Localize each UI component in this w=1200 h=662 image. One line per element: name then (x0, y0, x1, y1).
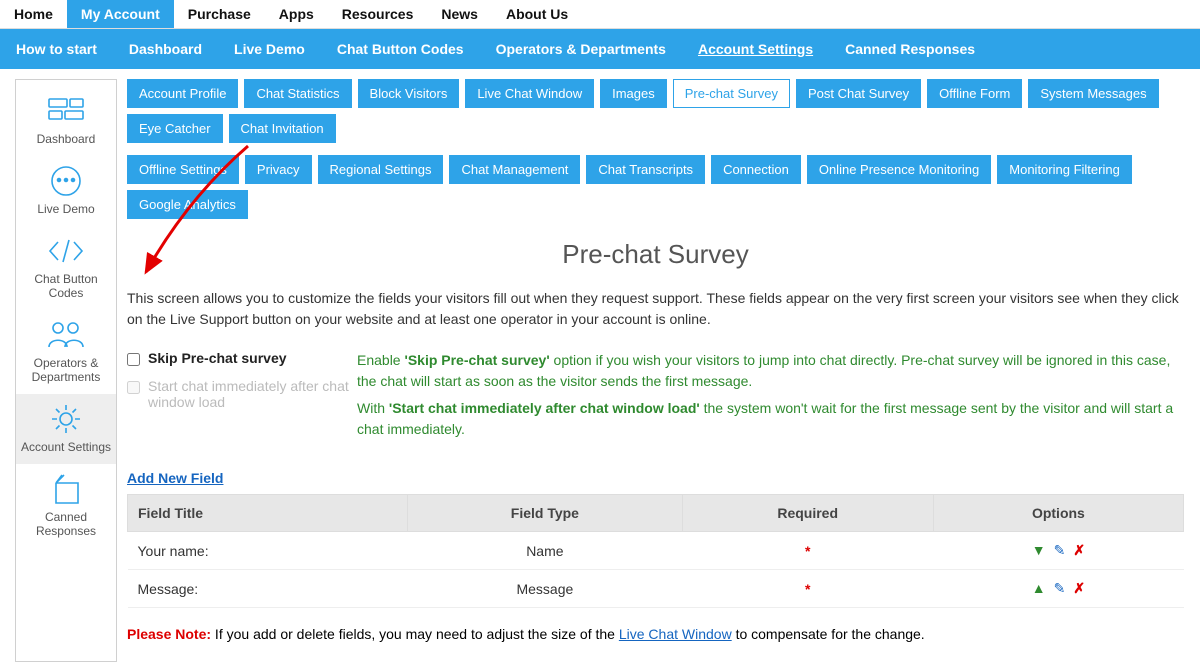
tab-block-visitors[interactable]: Block Visitors (358, 79, 460, 108)
sidebar-item-label: Canned Responses (20, 510, 112, 538)
tab-regional-settings[interactable]: Regional Settings (318, 155, 444, 184)
field-required: * (682, 532, 933, 570)
col-field-title: Field Title (128, 495, 408, 532)
dashboard-icon (20, 94, 112, 128)
top-nav: HomeMy AccountPurchaseAppsResourcesNewsA… (0, 0, 1200, 29)
tab-connection[interactable]: Connection (711, 155, 801, 184)
live-demo-icon (20, 164, 112, 198)
subnav-dashboard[interactable]: Dashboard (113, 29, 218, 69)
intro-text: This screen allows you to customize the … (127, 288, 1184, 330)
settings-tabs: Account ProfileChat StatisticsBlock Visi… (127, 79, 1184, 225)
subnav-chat-button-codes[interactable]: Chat Button Codes (321, 29, 480, 69)
tab-pre-chat-survey[interactable]: Pre-chat Survey (673, 79, 790, 108)
desc2-bold: 'Start chat immediately after chat windo… (389, 400, 700, 416)
chat-button-codes-icon (20, 234, 112, 268)
sub-nav: How to startDashboardLive DemoChat Butto… (0, 29, 1200, 69)
col-options: Options (933, 495, 1183, 532)
options-description: Enable 'Skip Pre-chat survey' option if … (357, 350, 1184, 446)
move-up-icon[interactable]: ▲ (1032, 580, 1046, 596)
sidebar-item-dashboard[interactable]: Dashboard (16, 86, 116, 156)
tab-eye-catcher[interactable]: Eye Catcher (127, 114, 223, 143)
sidebar-item-live-demo[interactable]: Live Demo (16, 156, 116, 226)
topnav-apps[interactable]: Apps (265, 0, 328, 28)
immediate-option-row: Start chat immediately after chat window… (127, 378, 357, 410)
topnav-news[interactable]: News (427, 0, 492, 28)
please-note: Please Note: If you add or delete fields… (127, 626, 1184, 642)
tab-chat-management[interactable]: Chat Management (449, 155, 580, 184)
field-options: ▲ ✎ ✗ (933, 570, 1183, 608)
sidebar-item-account-settings[interactable]: Account Settings (16, 394, 116, 464)
sidebar-item-label: Operators & Departments (20, 356, 112, 384)
subnav-canned-responses[interactable]: Canned Responses (829, 29, 991, 69)
sidebar-item-canned-responses[interactable]: Canned Responses (16, 464, 116, 548)
subnav-operators-departments[interactable]: Operators & Departments (480, 29, 682, 69)
note-pre: If you add or delete fields, you may nee… (211, 626, 619, 642)
tab-privacy[interactable]: Privacy (245, 155, 312, 184)
start-immediate-label: Start chat immediately after chat window… (148, 378, 357, 410)
tab-live-chat-window[interactable]: Live Chat Window (465, 79, 594, 108)
canned-responses-icon (20, 472, 112, 506)
sidebar-item-chat-button-codes[interactable]: Chat Button Codes (16, 226, 116, 310)
edit-icon[interactable]: ✎ (1054, 580, 1066, 597)
field-title: Message: (128, 570, 408, 608)
sidebar: Dashboard Live Demo Chat Button Codes Opera… (15, 79, 117, 662)
tab-monitoring-filtering[interactable]: Monitoring Filtering (997, 155, 1132, 184)
tab-post-chat-survey[interactable]: Post Chat Survey (796, 79, 921, 108)
operators-departments-icon (20, 318, 112, 352)
subnav-account-settings[interactable]: Account Settings (682, 29, 829, 69)
sidebar-item-label: Chat Button Codes (20, 272, 112, 300)
edit-icon[interactable]: ✎ (1054, 542, 1066, 559)
field-type: Message (408, 570, 682, 608)
tab-offline-settings[interactable]: Offline Settings (127, 155, 239, 184)
subnav-how-to-start[interactable]: How to start (0, 29, 113, 69)
tab-offline-form[interactable]: Offline Form (927, 79, 1022, 108)
col-required: Required (682, 495, 933, 532)
field-title: Your name: (128, 532, 408, 570)
fields-table: Field TitleField TypeRequiredOptions You… (127, 494, 1184, 608)
topnav-purchase[interactable]: Purchase (174, 0, 265, 28)
tab-chat-invitation[interactable]: Chat Invitation (229, 114, 336, 143)
subnav-live-demo[interactable]: Live Demo (218, 29, 321, 69)
tab-chat-transcripts[interactable]: Chat Transcripts (586, 155, 705, 184)
page-title: Pre-chat Survey (127, 239, 1184, 270)
tab-online-presence-monitoring[interactable]: Online Presence Monitoring (807, 155, 991, 184)
tab-google-analytics[interactable]: Google Analytics (127, 190, 248, 219)
note-label: Please Note: (127, 626, 211, 642)
table-row: Your name:Name* ▼ ✎ ✗ (128, 532, 1184, 570)
main-content: Account ProfileChat StatisticsBlock Visi… (117, 79, 1200, 662)
topnav-home[interactable]: Home (0, 0, 67, 28)
field-options: ▼ ✎ ✗ (933, 532, 1183, 570)
table-row: Message:Message* ▲ ✎ ✗ (128, 570, 1184, 608)
account-settings-icon (20, 402, 112, 436)
sidebar-item-label: Dashboard (20, 132, 112, 146)
tab-account-profile[interactable]: Account Profile (127, 79, 238, 108)
move-down-icon[interactable]: ▼ (1032, 542, 1046, 558)
sidebar-item-operators-departments[interactable]: Operators & Departments (16, 310, 116, 394)
desc2-pre: With (357, 400, 389, 416)
topnav-my-account[interactable]: My Account (67, 0, 174, 28)
col-field-type: Field Type (408, 495, 682, 532)
tab-chat-statistics[interactable]: Chat Statistics (244, 79, 351, 108)
tab-system-messages[interactable]: System Messages (1028, 79, 1158, 108)
skip-option-row: Skip Pre-chat survey (127, 350, 357, 366)
tab-images[interactable]: Images (600, 79, 667, 108)
live-chat-window-link[interactable]: Live Chat Window (619, 626, 732, 642)
delete-icon[interactable]: ✗ (1073, 542, 1085, 559)
add-new-field-link[interactable]: Add New Field (127, 470, 223, 486)
start-immediate-checkbox (127, 381, 140, 394)
delete-icon[interactable]: ✗ (1073, 580, 1085, 597)
sidebar-item-label: Account Settings (20, 440, 112, 454)
field-required: * (682, 570, 933, 608)
skip-prechat-checkbox[interactable] (127, 353, 140, 366)
desc1-pre: Enable (357, 352, 404, 368)
skip-prechat-label: Skip Pre-chat survey (148, 350, 287, 366)
sidebar-item-label: Live Demo (20, 202, 112, 216)
note-post: to compensate for the change. (732, 626, 925, 642)
topnav-about-us[interactable]: About Us (492, 0, 582, 28)
field-type: Name (408, 532, 682, 570)
desc1-bold: 'Skip Pre-chat survey' (404, 352, 549, 368)
topnav-resources[interactable]: Resources (328, 0, 428, 28)
options-block: Skip Pre-chat survey Start chat immediat… (127, 350, 1184, 446)
